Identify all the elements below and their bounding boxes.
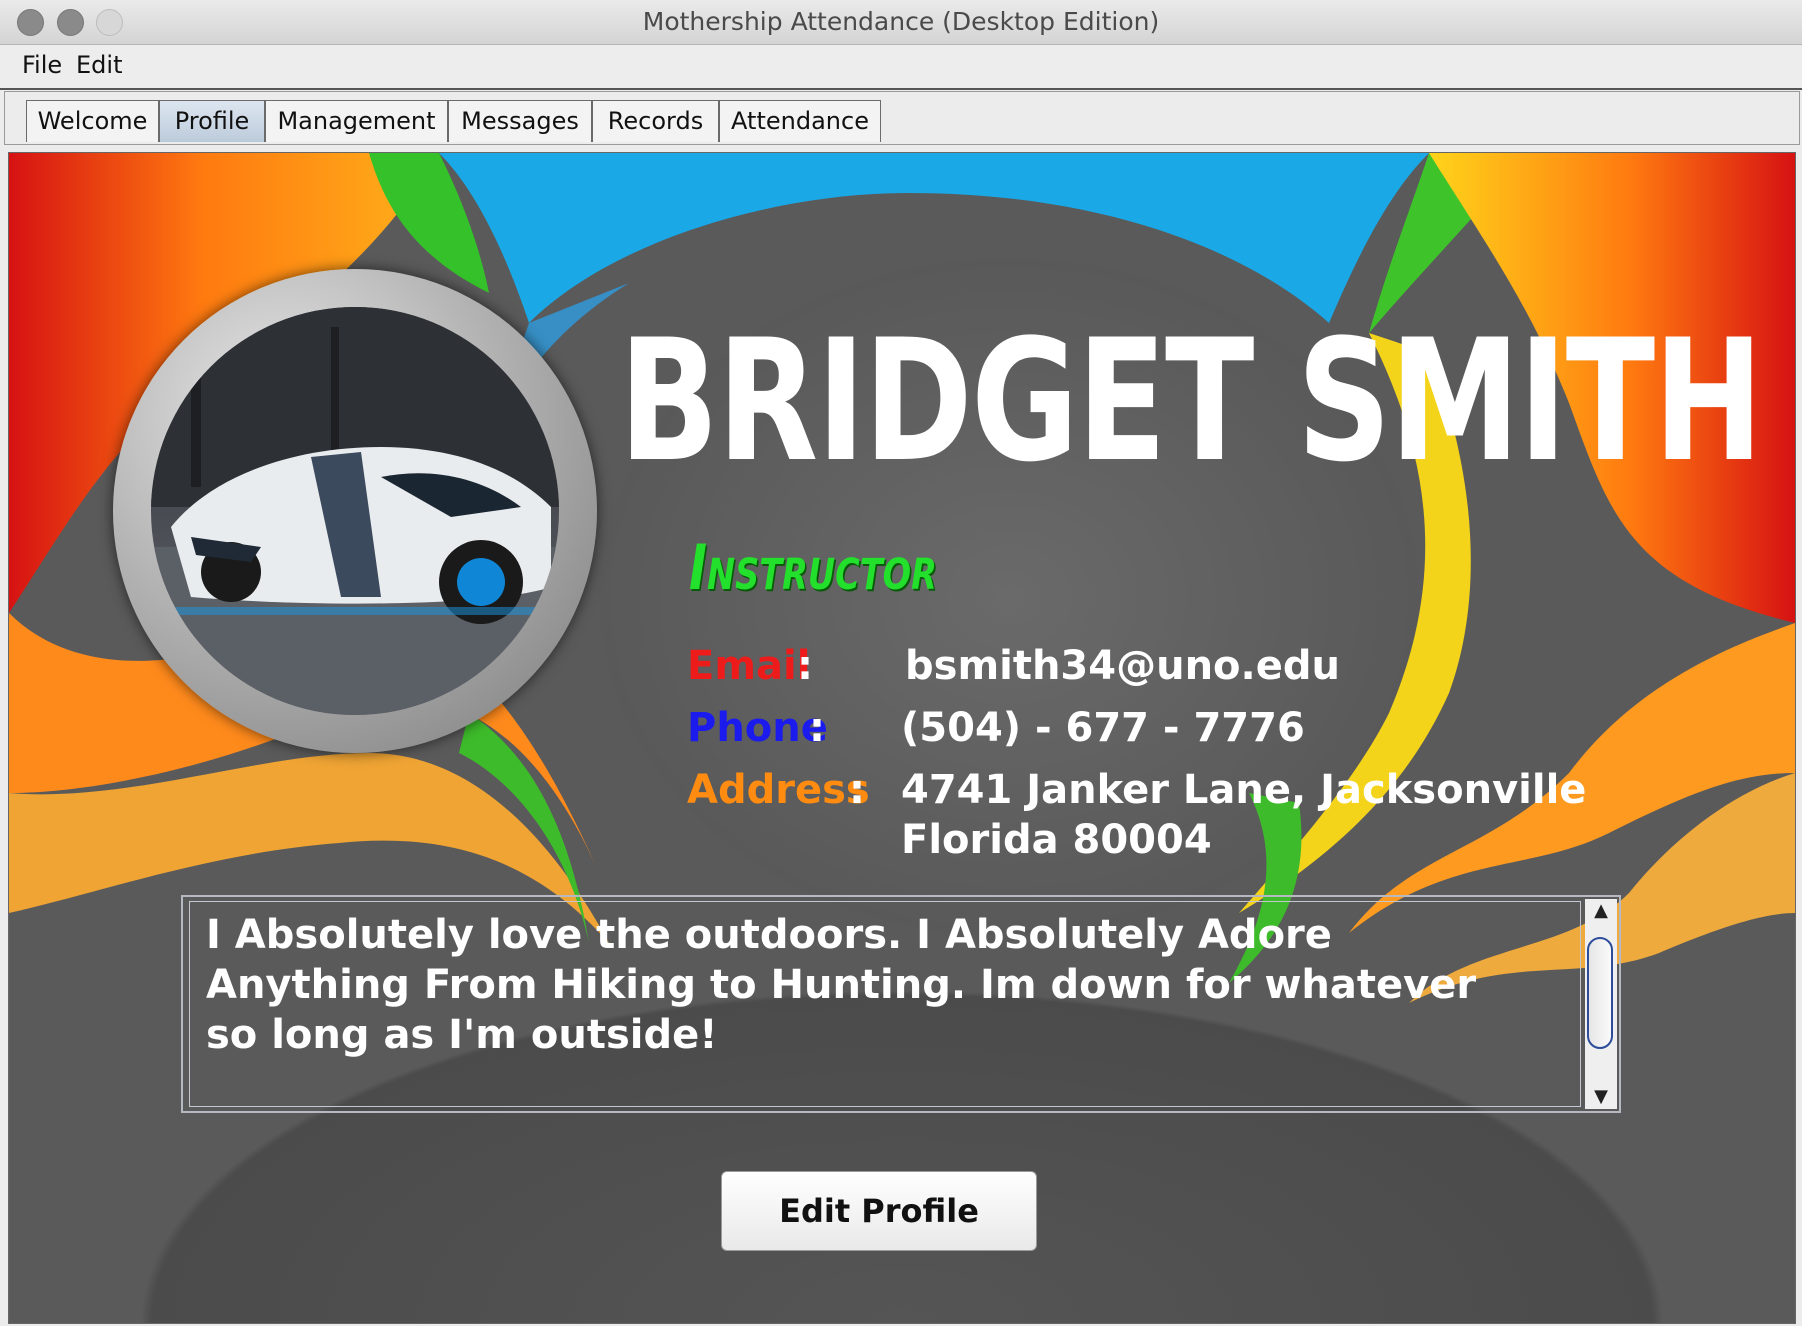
phone-value: (504) - 677 - 7776 <box>901 705 1305 751</box>
menu-bar: File Edit <box>0 45 1802 90</box>
scroll-up-arrow-icon[interactable]: ▲ <box>1585 899 1617 923</box>
tab-welcome[interactable]: Welcome <box>26 100 159 142</box>
address-line2: Florida 80004 <box>901 817 1212 863</box>
email-colon: : <box>797 643 813 689</box>
window-title-bar: Mothership Attendance (Desktop Edition) <box>0 0 1802 45</box>
sports-car-photo-icon <box>151 307 559 715</box>
bio-frame: I Absolutely love the outdoors. I Absolu… <box>189 901 1581 1107</box>
tab-strip: Welcome Profile Management Messages Reco… <box>4 91 1800 145</box>
tab-records[interactable]: Records <box>592 100 719 142</box>
avatar[interactable] <box>113 269 597 753</box>
address-colon: : <box>849 767 865 813</box>
tab-attendance[interactable]: Attendance <box>719 100 881 142</box>
scroll-down-arrow-icon[interactable]: ▼ <box>1585 1085 1617 1109</box>
profile-role: Instructor <box>689 531 937 604</box>
email-label: Email <box>687 643 811 689</box>
bio-text-area[interactable]: I Absolutely love the outdoors. I Absolu… <box>181 895 1621 1113</box>
bio-text[interactable]: I Absolutely love the outdoors. I Absolu… <box>206 910 1506 1060</box>
address-line1: 4741 Janker Lane, Jacksonville <box>901 767 1587 813</box>
menu-edit[interactable]: Edit <box>76 51 122 79</box>
window-title: Mothership Attendance (Desktop Edition) <box>642 7 1160 36</box>
tab-management[interactable]: Management <box>265 100 448 142</box>
bio-scrollbar[interactable]: ▲ ▼ <box>1585 899 1617 1109</box>
edit-profile-button[interactable]: Edit Profile <box>721 1171 1037 1251</box>
tab-messages[interactable]: Messages <box>448 100 592 142</box>
phone-label: Phone <box>687 705 828 751</box>
tab-profile[interactable]: Profile <box>159 100 265 142</box>
address-label: Address <box>687 767 870 813</box>
phone-colon: : <box>809 705 825 751</box>
profile-panel: BRIDGET SMITH Instructor Email : bsmith3… <box>8 152 1796 1324</box>
profile-name: BRIDGET SMITH <box>619 303 1763 499</box>
menu-file[interactable]: File <box>22 51 62 79</box>
scrollbar-thumb[interactable] <box>1587 937 1613 1049</box>
email-value: bsmith34@uno.edu <box>905 643 1340 689</box>
